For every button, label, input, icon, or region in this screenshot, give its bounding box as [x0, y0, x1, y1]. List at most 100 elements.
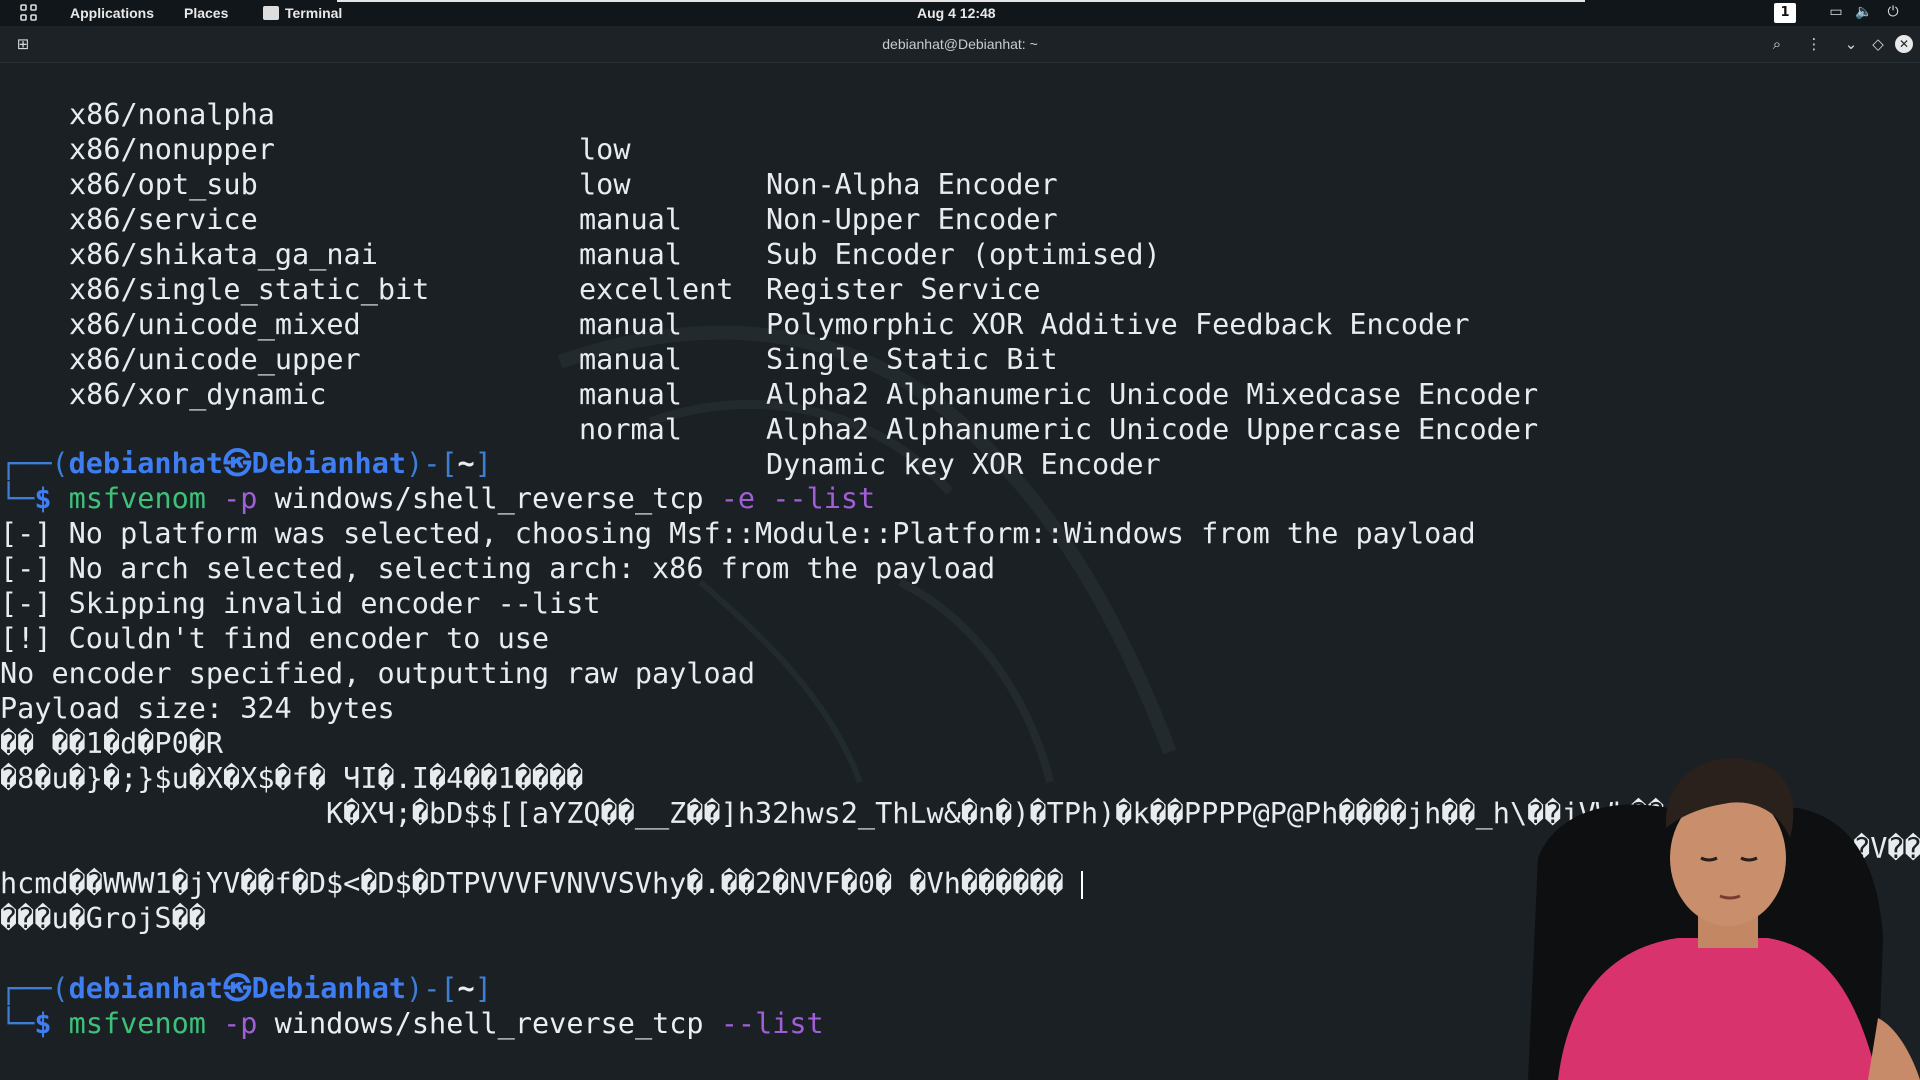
- command-flag: -p: [223, 482, 258, 515]
- raw-payload-line: hcmd��WWW1�jYV��f�D$<�D$�DTPVVVFVNVVSVhy…: [0, 866, 1083, 901]
- places-menu[interactable]: Places: [184, 5, 228, 21]
- prompt-host: Debianhat: [251, 447, 407, 480]
- encoder-name: x86/unicode_upper: [69, 343, 361, 376]
- prompt-frame-end: ]: [474, 447, 492, 480]
- prompt-dir: ~: [457, 972, 475, 1005]
- encoder-name: x86/single_static_bit: [69, 273, 430, 306]
- encoder-rank: manual: [579, 308, 682, 341]
- command-line: └─$ msfvenom -p windows/shell_reverse_tc…: [0, 481, 875, 516]
- command-arg: windows/shell_reverse_tcp: [274, 482, 704, 515]
- encoder-rank: normal: [579, 413, 682, 446]
- command-flag: -p: [223, 1007, 258, 1040]
- table-row: x86/unicode_mixed manual Alpha2 Alphanum…: [0, 272, 1538, 411]
- prompt-dollar: $: [34, 1007, 52, 1040]
- encoder-name: x86/unicode_mixed: [69, 308, 361, 341]
- table-row: x86/nonalpha low Non-Alpha Encoder: [0, 62, 1058, 201]
- prompt-frame-open: ┌──(: [0, 447, 69, 480]
- encoder-rank: manual: [579, 378, 682, 411]
- output-line: No encoder specified, outputting raw pay…: [0, 657, 755, 690]
- prompt-at-symbol: ㉿: [223, 972, 252, 1005]
- prompt-corner: └─: [0, 1007, 35, 1040]
- terminal-app-icon: [263, 6, 279, 20]
- webcam-overlay: [1528, 758, 1920, 1080]
- prompt-line: ┌──(debianhat㉿Debianhat)-[~]: [0, 971, 492, 1006]
- encoder-desc: Non-Upper Encoder: [766, 203, 1058, 236]
- table-row: x86/shikata_ga_nai excellent Polymorphic…: [0, 202, 1470, 341]
- prompt-dollar: $: [34, 482, 52, 515]
- prompt-frame-end: ]: [474, 972, 492, 1005]
- encoder-name: x86/xor_dynamic: [69, 378, 327, 411]
- display-icon[interactable]: ▭: [1827, 4, 1845, 22]
- encoder-rank: manual: [579, 343, 682, 376]
- prompt-frame-open: ┌──(: [0, 972, 69, 1005]
- text-cursor: [1081, 871, 1083, 899]
- raw-payload-text: hcmd��WWW1�jYV��f�D$<�D$�DTPVVVFVNVVSVhy…: [0, 867, 1064, 900]
- workspace-indicator[interactable]: 1: [1774, 3, 1796, 23]
- encoder-name: x86/nonalpha: [69, 98, 275, 131]
- output-line: [-] No arch selected, selecting arch: x8…: [0, 552, 996, 585]
- output-line: [-] No platform was selected, choosing M…: [0, 517, 1476, 550]
- kebab-menu-icon[interactable]: ⋮: [1805, 35, 1823, 53]
- encoder-name: x86/nonupper: [69, 133, 275, 166]
- raw-payload-line: �8�u�}�;}$u�X�X$�f� ЧI�.I�4��1����: [0, 762, 584, 795]
- raw-payload-line: K�XЧ;�bD$$[[aYZQ��__Z��]h32hws2_ThLw&�n�…: [0, 797, 1665, 830]
- table-row: x86/opt_sub manual Sub Encoder (optimise…: [0, 132, 1161, 271]
- power-icon[interactable]: ⏻: [1884, 4, 1902, 22]
- encoder-rank: low: [579, 133, 631, 166]
- encoder-desc: Sub Encoder (optimised): [766, 238, 1161, 271]
- prompt-corner: └─: [0, 482, 35, 515]
- encoder-name: x86/service: [69, 203, 258, 236]
- command-flag: --list: [772, 482, 876, 515]
- app-grid-icon[interactable]: [20, 4, 38, 22]
- prompt-frame-close: )-[: [406, 447, 458, 480]
- encoder-desc: Register Service: [766, 273, 1041, 306]
- command-binary: msfvenom: [68, 1007, 206, 1040]
- encoder-name: x86/shikata_ga_nai: [69, 238, 378, 271]
- output-line: Payload size: 324 bytes: [0, 692, 395, 725]
- encoder-desc: Polymorphic XOR Additive Feedback Encode…: [766, 308, 1470, 341]
- encoder-rank: excellent: [579, 273, 734, 306]
- table-row: x86/service manual Register Service: [0, 167, 1041, 306]
- terminal-menu[interactable]: Terminal: [285, 5, 342, 21]
- encoder-desc: Alpha2 Alphanumeric Unicode Mixedcase En…: [766, 378, 1539, 411]
- encoder-desc: Alpha2 Alphanumeric Unicode Uppercase En…: [766, 413, 1539, 446]
- window-title: debianhat@Debianhat: ~: [882, 36, 1038, 52]
- applications-menu[interactable]: Applications: [70, 5, 154, 21]
- command-flag: --list: [720, 1007, 824, 1040]
- encoder-rank: manual: [579, 238, 682, 271]
- prompt-at-symbol: ㉿: [223, 447, 252, 480]
- command-arg: windows/shell_reverse_tcp: [274, 1007, 704, 1040]
- output-line: [-] Skipping invalid encoder --list: [0, 587, 601, 620]
- volume-icon[interactable]: 🔈: [1855, 4, 1873, 22]
- command-flag: -e: [720, 482, 756, 515]
- table-row: x86/single_static_bit manual Single Stat…: [0, 237, 1058, 376]
- table-row: x86/nonupper low Non-Upper Encoder: [0, 97, 1058, 236]
- prompt-dir: ~: [457, 447, 475, 480]
- clock[interactable]: Aug 4 12:48: [917, 5, 996, 21]
- output-line: [!] Couldn't find encoder to use: [0, 622, 550, 655]
- maximize-icon[interactable]: ◇: [1869, 35, 1887, 53]
- command-line[interactable]: └─$ msfvenom -p windows/shell_reverse_tc…: [0, 1006, 824, 1041]
- table-row: x86/xor_dynamic normal Dynamic key XOR E…: [0, 342, 1161, 481]
- terminal-titlebar: ⊞ debianhat@Debianhat: ~ ⌕ ⋮ ⌄ ◇ ✕: [0, 26, 1920, 63]
- prompt-user: debianhat: [68, 972, 224, 1005]
- encoder-desc: Dynamic key XOR Encoder: [766, 448, 1161, 481]
- minimize-icon[interactable]: ⌄: [1842, 35, 1860, 53]
- raw-payload-line: ���u�GrojS��: [0, 902, 206, 935]
- encoder-rank: low: [579, 168, 631, 201]
- top-progress-line: [337, 0, 1585, 2]
- prompt-user: debianhat: [68, 447, 224, 480]
- command-binary: msfvenom: [68, 482, 206, 515]
- encoder-name: x86/opt_sub: [69, 168, 258, 201]
- table-row: x86/unicode_upper manual Alpha2 Alphanum…: [0, 307, 1538, 446]
- close-icon[interactable]: ✕: [1895, 35, 1913, 53]
- encoder-desc: Non-Alpha Encoder: [766, 168, 1058, 201]
- prompt-frame-close: )-[: [406, 972, 458, 1005]
- raw-payload-line: �� ��1�d�P0�R: [0, 727, 224, 760]
- top-panel: Applications Places Terminal Aug 4 12:48…: [0, 0, 1920, 26]
- prompt-host: Debianhat: [251, 972, 407, 1005]
- encoder-desc: Single Static Bit: [766, 343, 1058, 376]
- prompt-line: ┌──(debianhat㉿Debianhat)-[~]: [0, 446, 492, 481]
- encoder-rank: manual: [579, 203, 682, 236]
- search-icon[interactable]: ⌕: [1768, 35, 1786, 53]
